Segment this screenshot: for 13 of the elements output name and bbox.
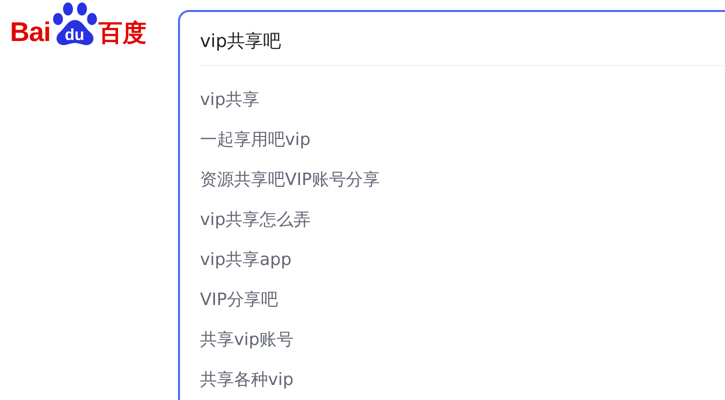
suggestion-item[interactable]: 资源共享吧VIP账号分享 (180, 160, 380, 200)
suggestion-item[interactable]: 共享各种vip (180, 360, 294, 400)
logo-text: du (64, 28, 86, 44)
suggestion-item[interactable]: 共享vip账号 (180, 320, 294, 360)
suggestion-item[interactable]: vip共享怎么弄 (180, 200, 311, 240)
suggestion-item[interactable]: VIP分享吧 (180, 280, 278, 320)
suggestion-item[interactable]: vip共享app (180, 240, 292, 280)
logo-text: Bai (10, 19, 51, 46)
suggestion-item[interactable]: 一起享用吧vip (180, 120, 311, 160)
search-field[interactable]: vip共享吧 (200, 26, 400, 56)
suggestion-item[interactable]: vip共享 (180, 80, 260, 120)
paw-icon (50, 2, 99, 46)
logo-text: 百度 (98, 22, 147, 46)
